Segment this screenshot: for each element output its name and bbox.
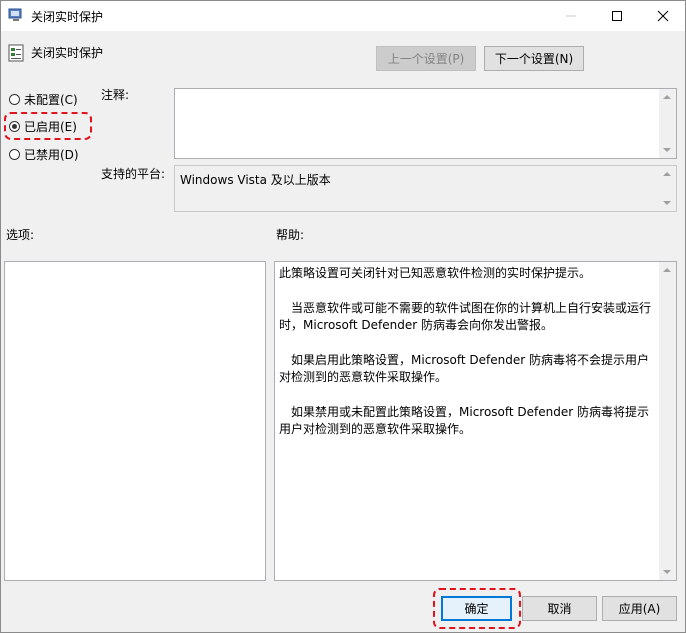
radio-disabled[interactable]: 已禁用(D): [9, 145, 79, 163]
next-setting-button[interactable]: 下一个设置(N): [484, 46, 584, 71]
platform-value: Windows Vista 及以上版本: [180, 173, 331, 187]
scroll-down-icon[interactable]: [663, 148, 671, 152]
maximize-icon[interactable]: [594, 0, 640, 31]
scroll-down-icon[interactable]: [663, 570, 671, 574]
radio-label: 已启用(E): [24, 119, 77, 134]
previous-setting-button[interactable]: 上一个设置(P): [376, 46, 476, 71]
radio-label: 未配置(C): [24, 92, 78, 107]
help-paragraph: 如果禁用或未配置此策略设置，Microsoft Defender 防病毒将提示用…: [279, 404, 650, 437]
apply-button[interactable]: 应用(A): [602, 596, 677, 621]
comment-textbox[interactable]: [174, 88, 677, 159]
policy-settings-icon: [8, 44, 24, 62]
platform-scrollbar[interactable]: [659, 166, 676, 211]
options-label: 选项:: [6, 228, 35, 242]
scroll-down-icon[interactable]: [663, 201, 671, 205]
comment-label: 注释:: [101, 88, 130, 102]
radio-enabled[interactable]: 已启用(E): [9, 117, 77, 135]
comment-scrollbar[interactable]: [659, 89, 676, 158]
help-panel: 此策略设置可关闭针对已知恶意软件检测的实时保护提示。 当恶意软件或可能不需要的软…: [274, 261, 677, 581]
ok-button[interactable]: 确定: [441, 596, 512, 621]
scroll-up-icon[interactable]: [663, 172, 671, 176]
policy-window-icon: [8, 8, 24, 22]
radio-circle[interactable]: [9, 148, 20, 160]
policy-title: 关闭实时保护: [31, 46, 104, 60]
radio-circle[interactable]: [9, 93, 20, 105]
help-label: 帮助:: [276, 228, 305, 242]
window-title: 关闭实时保护: [31, 10, 104, 24]
help-paragraph: 此策略设置可关闭针对已知恶意软件检测的实时保护提示。: [279, 266, 592, 280]
radio-label: 已禁用(D): [24, 147, 79, 162]
scroll-up-icon[interactable]: [663, 95, 671, 99]
scroll-up-icon[interactable]: [663, 268, 671, 272]
options-panel: [4, 261, 266, 581]
radio-not-configured[interactable]: 未配置(C): [9, 90, 78, 108]
radio-circle[interactable]: [9, 120, 20, 132]
help-scrollbar[interactable]: [659, 262, 676, 580]
platform-label: 支持的平台:: [101, 167, 166, 181]
platform-textbox: Windows Vista 及以上版本: [174, 165, 677, 212]
minimize-icon[interactable]: [548, 0, 594, 31]
help-text: 此策略设置可关闭针对已知恶意软件检测的实时保护提示。 当恶意软件或可能不需要的软…: [279, 265, 654, 439]
help-paragraph: 如果启用此策略设置，Microsoft Defender 防病毒将不会提示用户对…: [279, 352, 650, 385]
help-paragraph: 当恶意软件或可能不需要的软件试图在你的计算机上自行安装或运行时，Microsof…: [279, 300, 652, 333]
close-icon[interactable]: [640, 0, 686, 31]
cancel-button[interactable]: 取消: [522, 596, 597, 621]
